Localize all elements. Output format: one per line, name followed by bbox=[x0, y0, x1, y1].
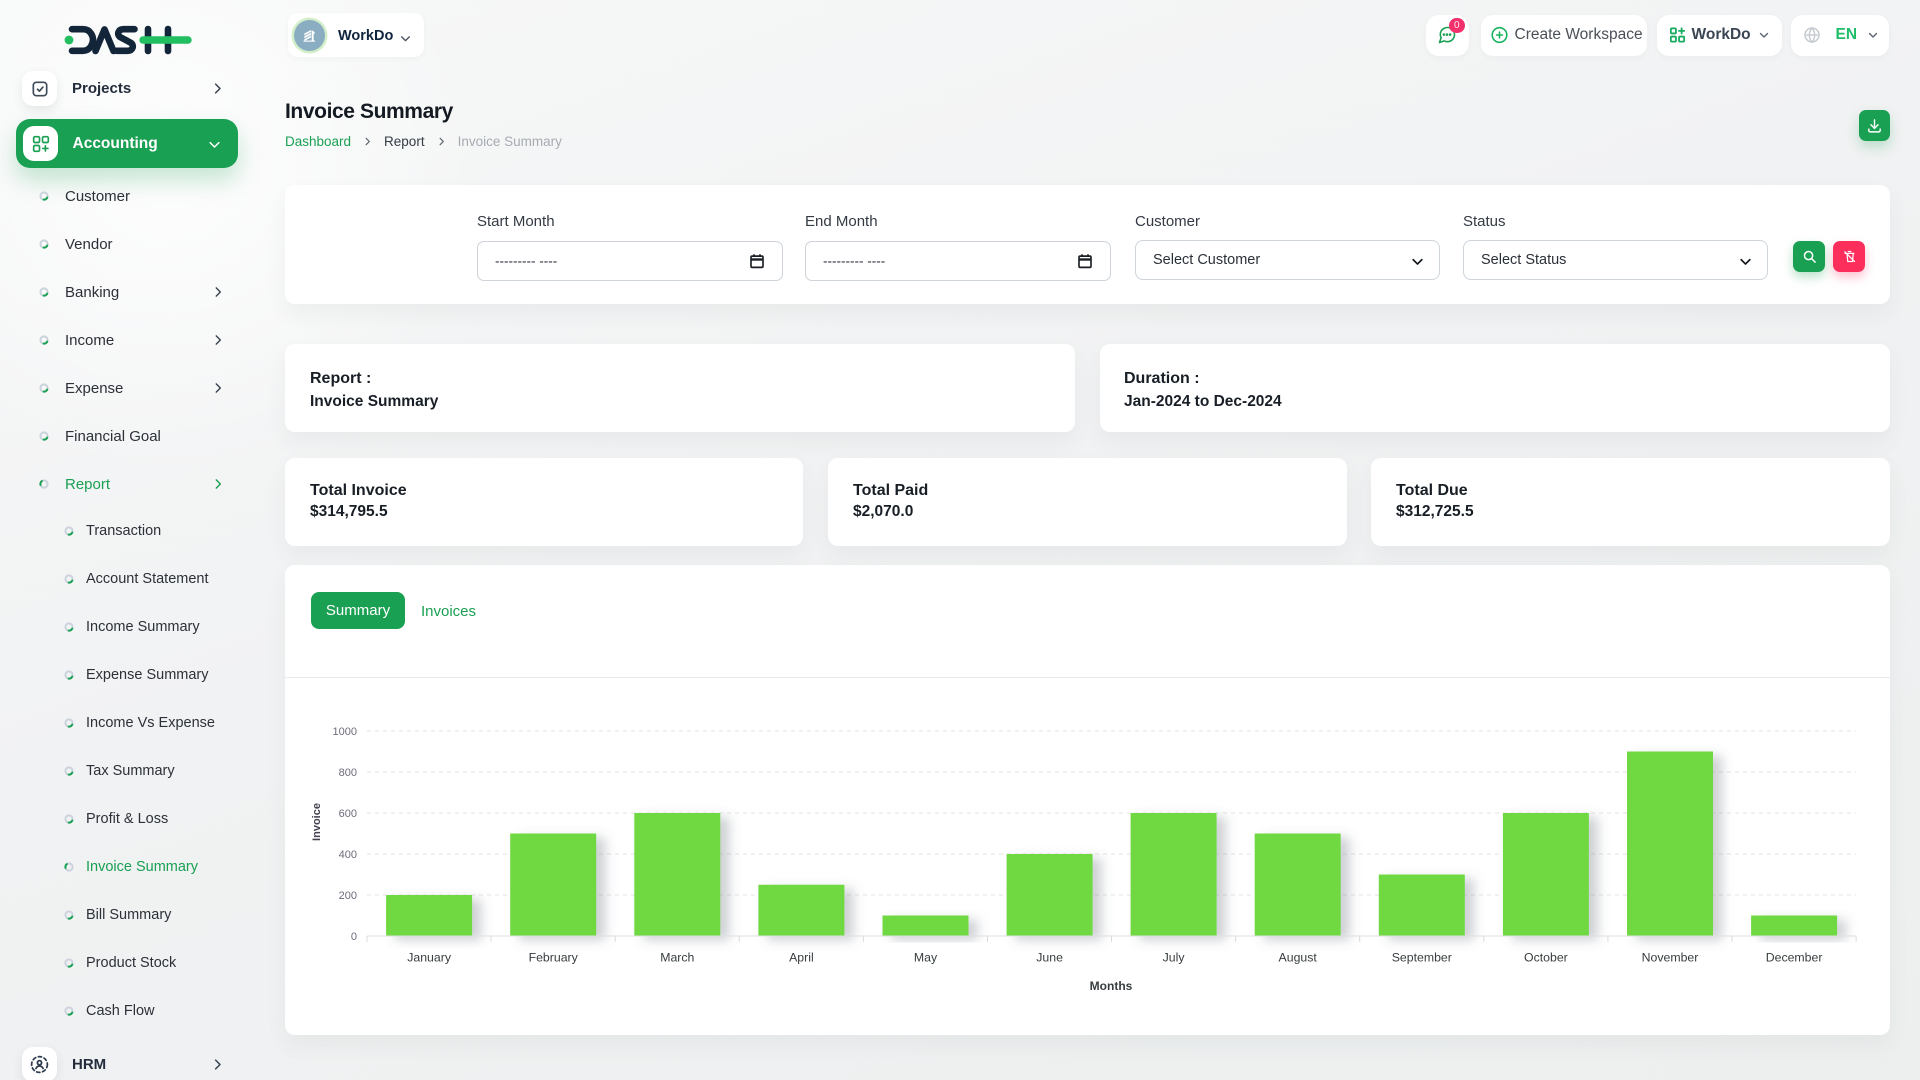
svg-text:600: 600 bbox=[339, 808, 357, 820]
svg-text:February: February bbox=[529, 951, 579, 965]
svg-text:November: November bbox=[1642, 951, 1699, 965]
svg-text:Months: Months bbox=[1090, 979, 1133, 993]
svg-text:March: March bbox=[660, 951, 694, 965]
svg-text:1000: 1000 bbox=[333, 726, 357, 738]
svg-text:July: July bbox=[1163, 951, 1186, 965]
svg-text:200: 200 bbox=[339, 890, 357, 902]
svg-text:October: October bbox=[1524, 951, 1568, 965]
svg-text:400: 400 bbox=[339, 849, 357, 861]
svg-text:December: December bbox=[1766, 951, 1823, 965]
svg-text:May: May bbox=[914, 951, 938, 965]
svg-text:0: 0 bbox=[351, 931, 357, 943]
svg-text:June: June bbox=[1036, 951, 1063, 965]
svg-text:800: 800 bbox=[339, 767, 357, 779]
svg-text:Invoice: Invoice bbox=[311, 803, 323, 841]
svg-text:January: January bbox=[407, 951, 452, 965]
svg-text:August: August bbox=[1279, 951, 1318, 965]
svg-text:April: April bbox=[789, 951, 814, 965]
svg-text:September: September bbox=[1392, 951, 1452, 965]
